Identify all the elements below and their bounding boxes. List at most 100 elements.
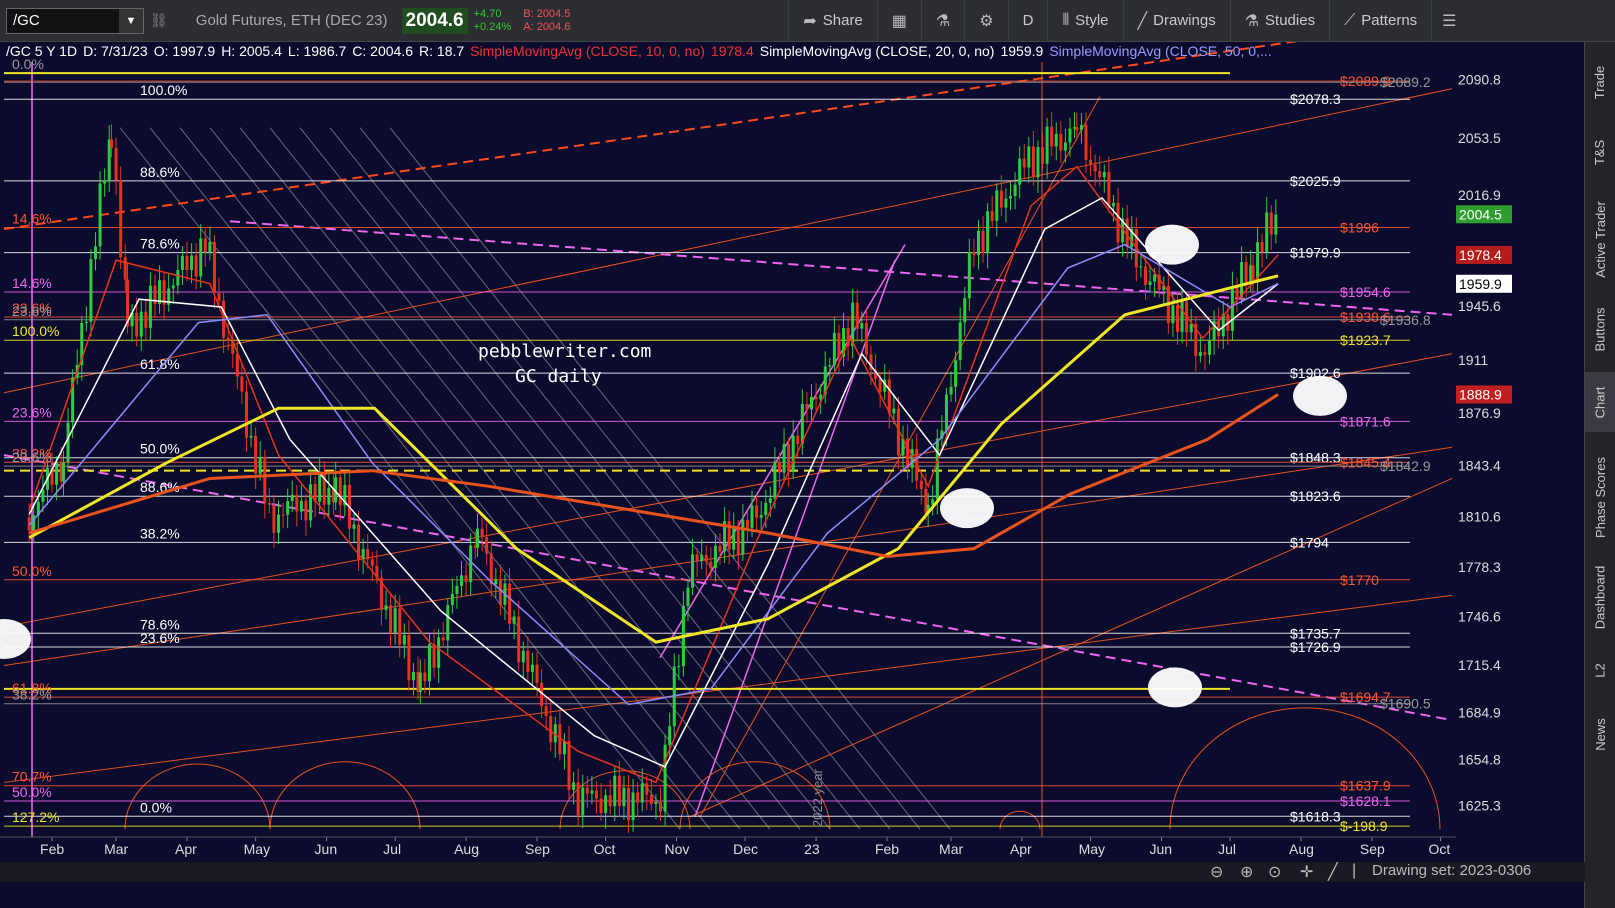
candle-body	[84, 321, 88, 324]
candle-body	[411, 671, 415, 681]
candle-body	[585, 787, 589, 794]
tab-phase-scores[interactable]: Phase Scores	[1585, 447, 1615, 547]
level-label: $1936.8	[1380, 312, 1431, 328]
candle-body	[640, 783, 644, 803]
symbol-label: /GC	[13, 12, 40, 29]
candle-body	[526, 650, 530, 672]
patterns-button[interactable]: ⟋ Patterns	[1329, 0, 1431, 42]
legend-date: D: 7/31/23	[83, 43, 148, 59]
chart-scrollbar[interactable]	[0, 862, 1585, 882]
candle-body	[217, 293, 221, 301]
candle-body	[485, 536, 489, 554]
candle-body	[919, 480, 923, 489]
legend-sma50: SimpleMovingAvg (CLOSE, 50, 0,...	[1049, 43, 1272, 59]
x-tick-label: Sep	[525, 841, 550, 857]
candle-body	[208, 241, 212, 253]
drawings-button[interactable]: ╱ Drawings	[1122, 0, 1230, 42]
candle-body	[98, 183, 102, 247]
tab-label: Phase Scores	[1592, 456, 1608, 538]
candle-body	[892, 408, 896, 414]
y-tick-label: 1778.3	[1458, 559, 1501, 575]
tab-label: Trade	[1592, 65, 1608, 99]
candle-body	[1068, 128, 1072, 143]
candle-body	[1075, 127, 1079, 130]
tab-chart[interactable]: Chart	[1585, 372, 1615, 432]
candle-body	[226, 337, 230, 341]
tab-active-trader[interactable]: Active Trader	[1585, 192, 1615, 287]
x-tick-label: Oct	[1429, 841, 1451, 857]
x-tick-label: Aug	[1289, 841, 1314, 857]
x-tick-label: Feb	[875, 841, 899, 857]
y-tick-label: 2053.5	[1458, 130, 1501, 146]
x-tick-label: 23	[804, 841, 820, 857]
candle-body	[249, 435, 253, 438]
candle-body	[967, 252, 971, 299]
tab-buttons[interactable]: Buttons	[1585, 297, 1615, 362]
zoom-out-icon[interactable]: ⊖	[1210, 862, 1223, 882]
y-tick-label: 1654.8	[1458, 751, 1501, 767]
zoom-in-icon[interactable]: ⊕	[1240, 862, 1253, 882]
candle-body	[759, 515, 763, 518]
tab-l2[interactable]: L2	[1585, 650, 1615, 690]
highlight-ellipse	[1148, 667, 1202, 708]
candle-icon: ⫴	[1062, 11, 1070, 29]
candle-body	[1274, 214, 1278, 235]
reset-icon[interactable]: ⊙	[1268, 862, 1281, 882]
price-chart[interactable]: $2089.9$2089.2$2078.3$2025.9$1996$1979.9…	[0, 42, 1585, 882]
candle-body	[1089, 159, 1093, 165]
level-label: $1923.7	[1340, 332, 1391, 348]
tab-trade[interactable]: Trade	[1585, 52, 1615, 112]
style-button[interactable]: ⫴ Style	[1047, 0, 1122, 42]
share-button[interactable]: ➦ Share	[788, 0, 876, 42]
tab-label: News	[1592, 718, 1608, 751]
candle-body	[199, 238, 203, 277]
settings-button[interactable]: ⚙	[964, 0, 1007, 42]
draw-line-icon[interactable]: ╱	[1328, 862, 1338, 882]
candle-body	[999, 190, 1003, 208]
candle-body	[1251, 265, 1255, 283]
candle-body	[777, 461, 781, 473]
x-tick-label: Nov	[665, 841, 690, 857]
candle-body	[423, 672, 427, 682]
candle-body	[370, 559, 374, 566]
candle-body	[318, 472, 322, 502]
fib-label: 38.2%	[12, 687, 52, 703]
studies-button[interactable]: ⚗ Studies	[1229, 0, 1329, 42]
period-button[interactable]: D	[1007, 0, 1048, 42]
y-tick-label: 1810.6	[1458, 509, 1501, 525]
symbol-input[interactable]: /GC ▼	[6, 7, 144, 34]
candle-body	[1171, 305, 1175, 324]
candle-body	[286, 500, 290, 515]
tab-t-s[interactable]: T&S	[1585, 122, 1615, 182]
candle-body	[954, 360, 958, 387]
x-tick-label: Dec	[733, 841, 758, 857]
x-tick-label: Mar	[939, 841, 963, 857]
candle-body	[464, 575, 468, 583]
candle-body	[1208, 340, 1212, 355]
menu-button[interactable]: ☰	[1431, 0, 1466, 42]
candle-body	[860, 323, 864, 329]
candle-body	[277, 514, 281, 533]
candle-body	[480, 528, 484, 537]
candle-body	[649, 794, 653, 805]
drawings-label: Drawings	[1153, 12, 1216, 29]
candle-body	[809, 396, 813, 410]
tab-dashboard[interactable]: Dashboard	[1585, 557, 1615, 637]
candle-body	[949, 386, 953, 395]
candle-body	[745, 519, 749, 528]
candle-body	[1143, 266, 1147, 285]
chevron-down-icon[interactable]: ▼	[119, 8, 143, 33]
level-label: $1842.9	[1380, 458, 1431, 474]
candle-body	[55, 462, 59, 485]
candle-body	[450, 593, 454, 606]
candle-body	[295, 494, 299, 512]
crosshair-icon[interactable]: ✛	[1300, 862, 1313, 882]
link-icon[interactable]: ⛓	[150, 12, 168, 29]
candle-body	[958, 322, 962, 361]
candle-body	[489, 553, 493, 585]
tab-news[interactable]: News	[1585, 707, 1615, 762]
right-sidebar: Trade T&S Active Trader Buttons Chart Phase S…	[1584, 42, 1615, 908]
flask-button[interactable]: ⚗	[920, 0, 964, 42]
layout-button[interactable]: ▦	[876, 0, 921, 42]
candle-body	[677, 666, 681, 668]
